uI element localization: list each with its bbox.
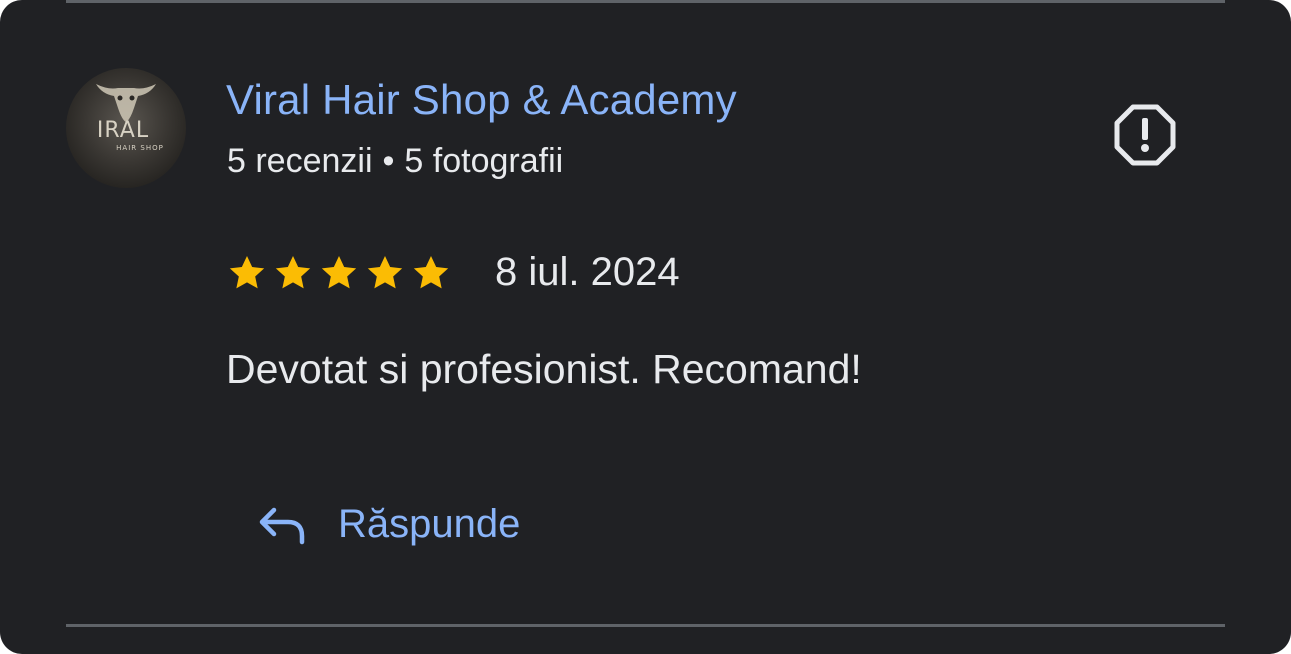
author-name-link[interactable]: Viral Hair Shop & Academy bbox=[226, 76, 737, 124]
bottom-divider bbox=[66, 624, 1225, 627]
avatar-logo-subtext: HAIR SHOP bbox=[116, 144, 164, 152]
reply-arrow-icon bbox=[259, 507, 305, 545]
top-divider bbox=[66, 0, 1225, 3]
review-date: 8 iul. 2024 bbox=[495, 250, 680, 294]
star-icon bbox=[229, 256, 265, 289]
reply-label: Răspunde bbox=[338, 501, 521, 546]
meta-separator: • bbox=[382, 142, 395, 180]
avatar[interactable]: IRAL HAIR SHOP bbox=[66, 68, 186, 188]
reply-button[interactable]: Răspunde bbox=[256, 496, 520, 552]
star-icon bbox=[413, 256, 449, 289]
author-meta: 5 recenzii • 5 fotografii bbox=[227, 142, 563, 181]
reviews-count: 5 recenzii bbox=[227, 142, 373, 180]
avatar-logo-text: IRAL bbox=[96, 118, 150, 143]
report-icon[interactable] bbox=[1113, 103, 1177, 167]
review-card: IRAL HAIR SHOP Viral Hair Shop & Academy… bbox=[0, 0, 1291, 654]
star-icon bbox=[367, 256, 403, 289]
star-icon bbox=[321, 256, 357, 289]
review-text: Devotat si profesionist. Recomand! bbox=[226, 346, 862, 392]
star-rating bbox=[227, 253, 451, 293]
star-icon bbox=[275, 256, 311, 289]
photos-count: 5 fotografii bbox=[404, 142, 564, 180]
